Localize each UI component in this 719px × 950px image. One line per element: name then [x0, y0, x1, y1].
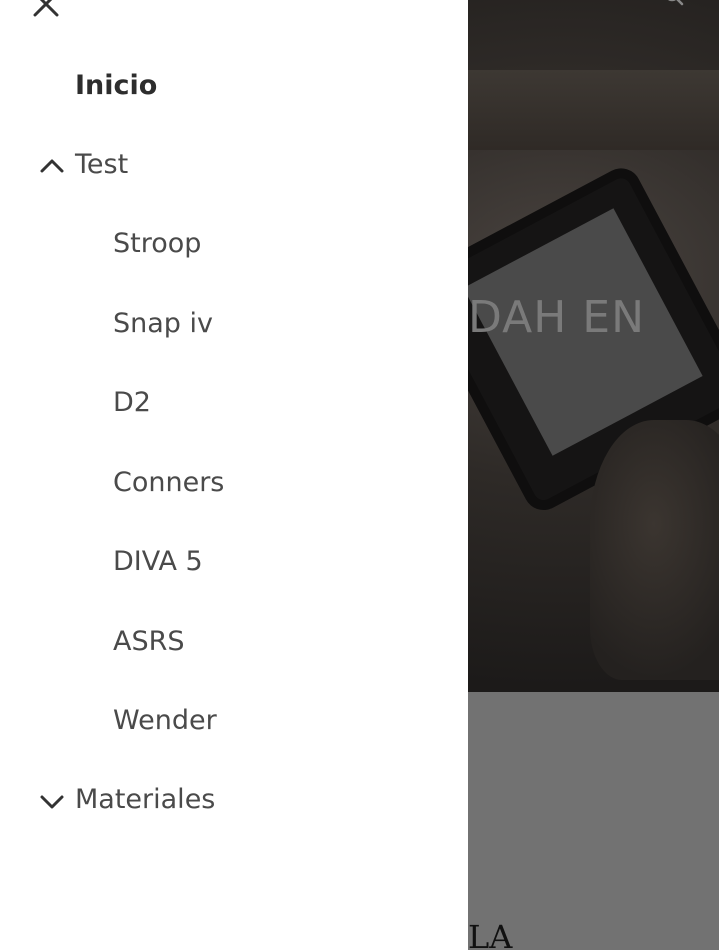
search-icon[interactable]: [664, 0, 684, 8]
submenu-item-asrs[interactable]: ASRS: [113, 625, 185, 659]
submenu-item-d2[interactable]: D2: [113, 386, 151, 420]
submenu-item-snap-iv[interactable]: Snap iv: [113, 307, 213, 341]
submenu-item-stroop[interactable]: Stroop: [113, 227, 201, 261]
submenu-item-diva-5[interactable]: DIVA 5: [113, 545, 203, 579]
menu-item-inicio[interactable]: Inicio: [75, 69, 157, 103]
hero-background-desk: [468, 70, 719, 150]
submenu-item-wender[interactable]: Wender: [113, 704, 217, 738]
navigation-drawer: Inicio Test Stroop Snap iv D2 Conners DI…: [0, 0, 468, 950]
app-screen: DAH EN LA Inicio Test Stroop Snap iv D2 …: [0, 0, 719, 950]
hero-title: DAH EN: [468, 292, 645, 343]
chevron-up-icon[interactable]: [39, 153, 65, 179]
close-icon[interactable]: [28, 0, 64, 22]
menu-item-test[interactable]: Test: [75, 148, 128, 182]
section-heading: LA: [468, 918, 513, 950]
submenu-item-conners[interactable]: Conners: [113, 466, 224, 500]
hero-background-hand: [590, 420, 719, 680]
menu-item-materiales[interactable]: Materiales: [75, 783, 215, 817]
chevron-down-icon[interactable]: [39, 789, 65, 815]
